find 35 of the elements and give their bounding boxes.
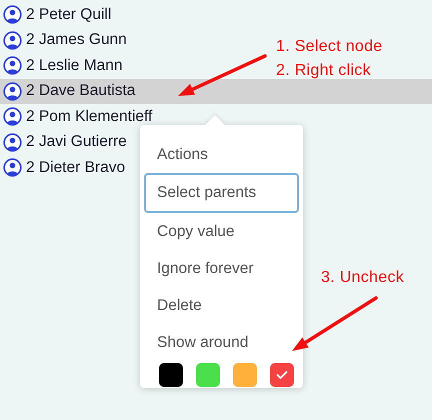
color-swatch[interactable]	[270, 363, 294, 387]
user-icon	[3, 107, 22, 126]
color-swatch[interactable]	[159, 363, 183, 387]
menu-item[interactable]: Ignore forever	[144, 250, 299, 287]
tree-row[interactable]: 2 Leslie Mann	[0, 53, 126, 78]
annotation-text: 1. Select node	[276, 38, 382, 56]
annotation-text: 3. Uncheck	[321, 269, 404, 287]
user-icon	[3, 30, 22, 50]
node-label: 2 Dieter Bravo	[26, 158, 126, 177]
color-swatch[interactable]	[196, 363, 220, 387]
tree-row[interactable]: 2 Dave Bautista	[0, 78, 432, 104]
color-swatch[interactable]	[233, 363, 257, 387]
menu-heading: Actions	[156, 144, 209, 164]
tree-row[interactable]: 2 Peter Quill	[0, 2, 114, 28]
user-icon	[3, 132, 22, 152]
user-icon	[3, 5, 22, 24]
menu-item[interactable]: Select parents	[144, 173, 299, 213]
node-label: 2 Pom Klementieff	[26, 108, 152, 126]
node-label: 2 Javi Gutierre	[26, 133, 127, 152]
user-icon	[3, 56, 22, 76]
node-label: 2 Peter Quill	[26, 6, 112, 24]
menu-heading: Show around	[156, 332, 250, 352]
user-icon	[3, 158, 22, 178]
node-label: 2 James Gunn	[26, 31, 127, 50]
annotation-text: 2. Right click	[276, 62, 371, 80]
menu-item[interactable]: Copy value	[144, 213, 299, 250]
tree-row[interactable]: 2 Dieter Bravo	[0, 155, 128, 180]
menu-item[interactable]: Delete	[144, 287, 299, 324]
tree-row[interactable]: 2 Pom Klementieff	[0, 104, 156, 130]
node-label: 2 Leslie Mann	[26, 56, 123, 75]
user-icon	[3, 82, 22, 101]
node-label: 2 Dave Bautista	[26, 82, 136, 100]
tree-row[interactable]: 2 Javi Gutierre	[0, 130, 130, 155]
tree-row[interactable]: 2 James Gunn	[0, 28, 130, 53]
check-icon	[276, 370, 288, 380]
